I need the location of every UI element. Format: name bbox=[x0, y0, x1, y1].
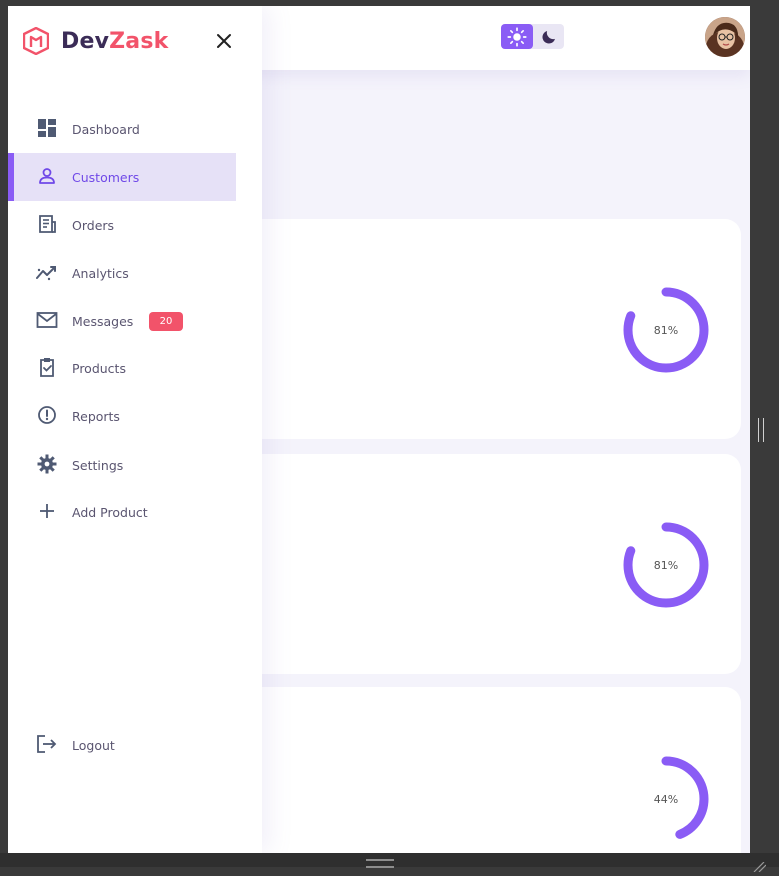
sidebar-item-reports[interactable]: Reports bbox=[8, 392, 236, 440]
sidebar-item-label: Add Product bbox=[72, 504, 148, 520]
avatar[interactable] bbox=[705, 17, 745, 57]
close-sidebar-button[interactable] bbox=[212, 29, 236, 53]
sidebar-item-label: Messages bbox=[72, 313, 134, 329]
unread-count-badge: 20 bbox=[149, 312, 183, 331]
sidebar-item-orders[interactable]: Orders bbox=[8, 201, 236, 249]
dashboard-icon bbox=[36, 117, 58, 139]
shield-logo-icon bbox=[23, 27, 49, 55]
user-photo bbox=[705, 17, 745, 57]
sidebar-item-messages[interactable]: Messages 20 bbox=[8, 297, 236, 345]
sidebar-item-analytics[interactable]: Analytics bbox=[8, 249, 236, 297]
theme-toggle[interactable] bbox=[501, 24, 564, 49]
sidebar-item-label: Settings bbox=[72, 457, 124, 473]
donut-percent-label: 81% bbox=[653, 558, 679, 572]
sidebar: DevZask Dashboard Customers Orders Analy… bbox=[8, 6, 262, 853]
plus-icon bbox=[36, 500, 58, 522]
resize-corner-handle[interactable] bbox=[752, 857, 767, 873]
trending-icon bbox=[36, 261, 58, 283]
sidebar-item-products[interactable]: Products bbox=[8, 344, 236, 392]
receipt-icon bbox=[36, 213, 58, 235]
sidebar-item-label: Products bbox=[72, 360, 126, 376]
clipboard-check-icon bbox=[36, 356, 58, 378]
app-viewport: 81% 81% 44% DevZask Dashboard Customers … bbox=[8, 6, 750, 853]
donut-percent-label: 81% bbox=[653, 323, 679, 337]
sidebar-item-label: Reports bbox=[72, 408, 120, 424]
brand-name: DevZask bbox=[61, 29, 168, 54]
light-mode-button[interactable] bbox=[501, 24, 533, 49]
sidebar-item-label: Analytics bbox=[72, 265, 129, 281]
gear-icon bbox=[36, 453, 58, 475]
person-icon bbox=[36, 165, 58, 187]
progress-donut: 44% bbox=[621, 754, 711, 844]
moon-icon bbox=[542, 30, 555, 44]
sun-icon bbox=[507, 26, 527, 47]
mail-icon bbox=[36, 309, 58, 331]
dark-mode-button[interactable] bbox=[535, 24, 563, 49]
close-icon bbox=[217, 34, 231, 48]
sidebar-item-customers[interactable]: Customers bbox=[8, 153, 236, 201]
alert-circle-icon bbox=[36, 404, 58, 426]
progress-donut: 81% bbox=[621, 285, 711, 375]
sidebar-item-add-product[interactable]: Add Product bbox=[8, 488, 236, 536]
sidebar-item-label: Dashboard bbox=[72, 121, 140, 137]
progress-donut: 81% bbox=[621, 520, 711, 610]
brand-suffix: Zask bbox=[109, 28, 169, 54]
sidebar-item-label: Orders bbox=[72, 217, 115, 233]
scrollbar-thumb[interactable] bbox=[758, 418, 764, 442]
logout-label: Logout bbox=[72, 737, 115, 753]
logout-button[interactable]: Logout bbox=[8, 721, 236, 769]
sidebar-item-settings[interactable]: Settings bbox=[8, 441, 236, 489]
brand-logo[interactable]: DevZask bbox=[23, 25, 168, 57]
sidebar-item-dashboard[interactable]: Dashboard bbox=[8, 105, 236, 153]
brand-prefix: Dev bbox=[61, 28, 110, 54]
donut-percent-label: 44% bbox=[653, 792, 679, 806]
sidebar-item-label: Customers bbox=[72, 169, 140, 185]
logout-icon bbox=[36, 733, 58, 755]
